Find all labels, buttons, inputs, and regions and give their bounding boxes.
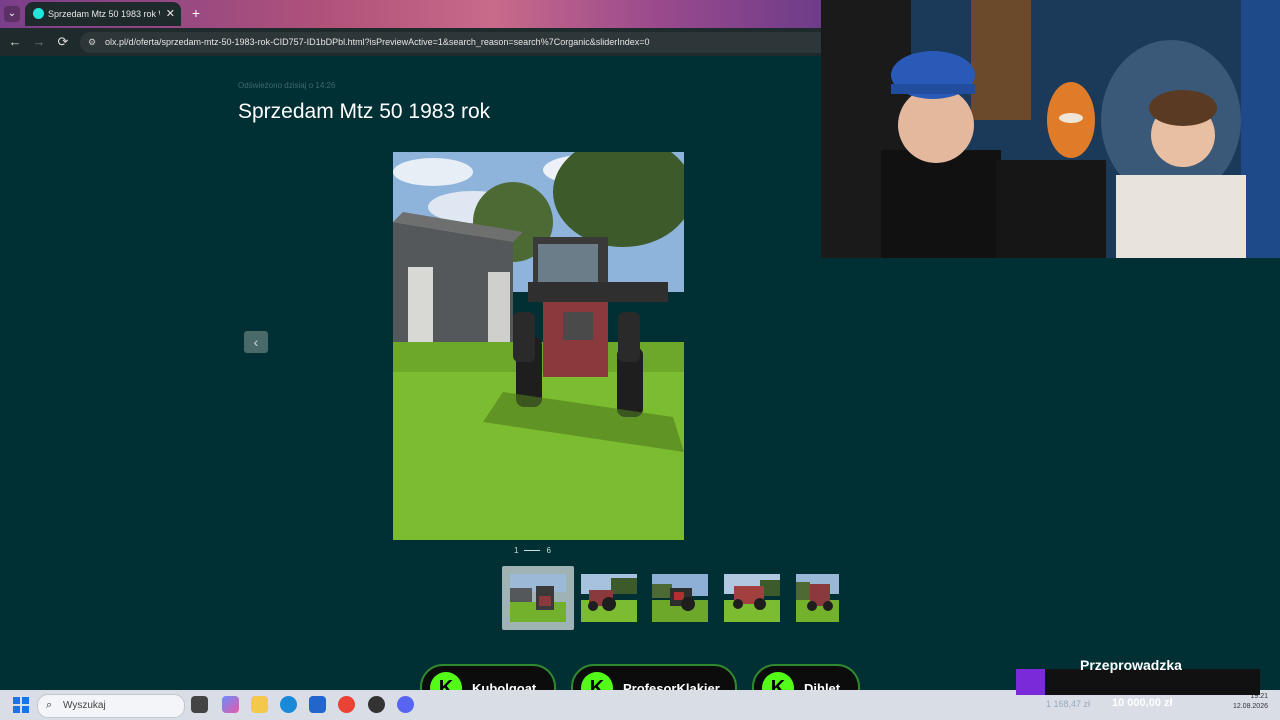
search-icon: ⌕ [46,699,53,711]
store-icon[interactable] [309,696,326,713]
thumbnail-3-image [652,574,708,622]
thumbnail-2-image [581,574,637,622]
refreshed-label: Odświeżono dzisiaj o 14:26 [238,81,336,90]
goal-title: Przeprowadzka [1080,657,1182,673]
goal-target-amount: 10 000,00 zł [1112,697,1173,709]
thumbnail-4-image [724,574,780,622]
webcam-image [821,0,1280,258]
thumbnail-4[interactable] [724,574,780,622]
thumbnail-1-image [510,574,566,622]
discord-icon[interactable] [397,696,414,713]
thumbnail-3[interactable] [652,574,708,622]
task-view-icon[interactable] [191,696,208,713]
windows-start-icon[interactable] [13,697,29,713]
address-bar[interactable]: ⚙ olx.pl/d/oferta/sprzedam-mtz-50-1983-r… [80,32,821,53]
copilot-icon[interactable] [222,696,239,713]
donation-goal-widget: Przeprowadzka 1 168,47 zł 10 000,00 zł [1016,655,1260,709]
photo-counter-total: 6 [546,546,551,555]
site-info-icon[interactable]: ⚙ [88,37,98,47]
forward-button[interactable]: → [31,34,47,50]
listing-title: Sprzedam Mtz 50 1983 rok [238,100,491,123]
browser-toolbar: ← → ⟳ ⚙ olx.pl/d/oferta/sprzedam-mtz-50-… [0,28,821,56]
tab-search-button[interactable]: ⌄ [4,6,20,22]
olx-favicon-icon [33,8,44,19]
url-text: olx.pl/d/oferta/sprzedam-mtz-50-1983-rok… [105,37,650,47]
taskbar-search-input[interactable]: ⌕ Wyszukaj [37,694,185,718]
thumbnail-5[interactable] [796,574,839,622]
webcam-overlay [821,0,1280,258]
new-tab-button[interactable]: + [188,5,204,21]
tractor-photo-image [393,152,684,540]
goal-progress-fill [1016,669,1046,695]
thumbnail-1[interactable] [510,574,566,622]
reload-button[interactable]: ⟳ [55,34,71,50]
chrome-icon[interactable] [338,696,355,713]
tab-title: Sprzedam Mtz 50 1983 rok Wi... [48,9,160,19]
thumbnail-5-image [796,574,839,622]
taskbar-search-placeholder: Wyszukaj [63,700,106,711]
previous-photo-button[interactable]: ‹ [244,331,268,353]
clock-date: 12.08.2026 [1232,703,1268,710]
obs-icon[interactable] [368,696,385,713]
file-explorer-icon[interactable] [251,696,268,713]
back-button[interactable]: ← [7,34,23,50]
browser-tab-active[interactable]: Sprzedam Mtz 50 1983 rok Wi... ✕ [25,2,181,26]
photo-counter-current: 1 [514,546,519,555]
tab-close-icon[interactable]: ✕ [166,7,175,20]
thumbnail-2[interactable] [581,574,637,622]
main-photo-tractor[interactable] [393,152,684,540]
counter-divider [524,550,541,552]
goal-current-amount: 1 168,47 zł [1046,699,1091,709]
photo-counter: 16 [514,546,551,555]
edge-icon[interactable] [280,696,297,713]
